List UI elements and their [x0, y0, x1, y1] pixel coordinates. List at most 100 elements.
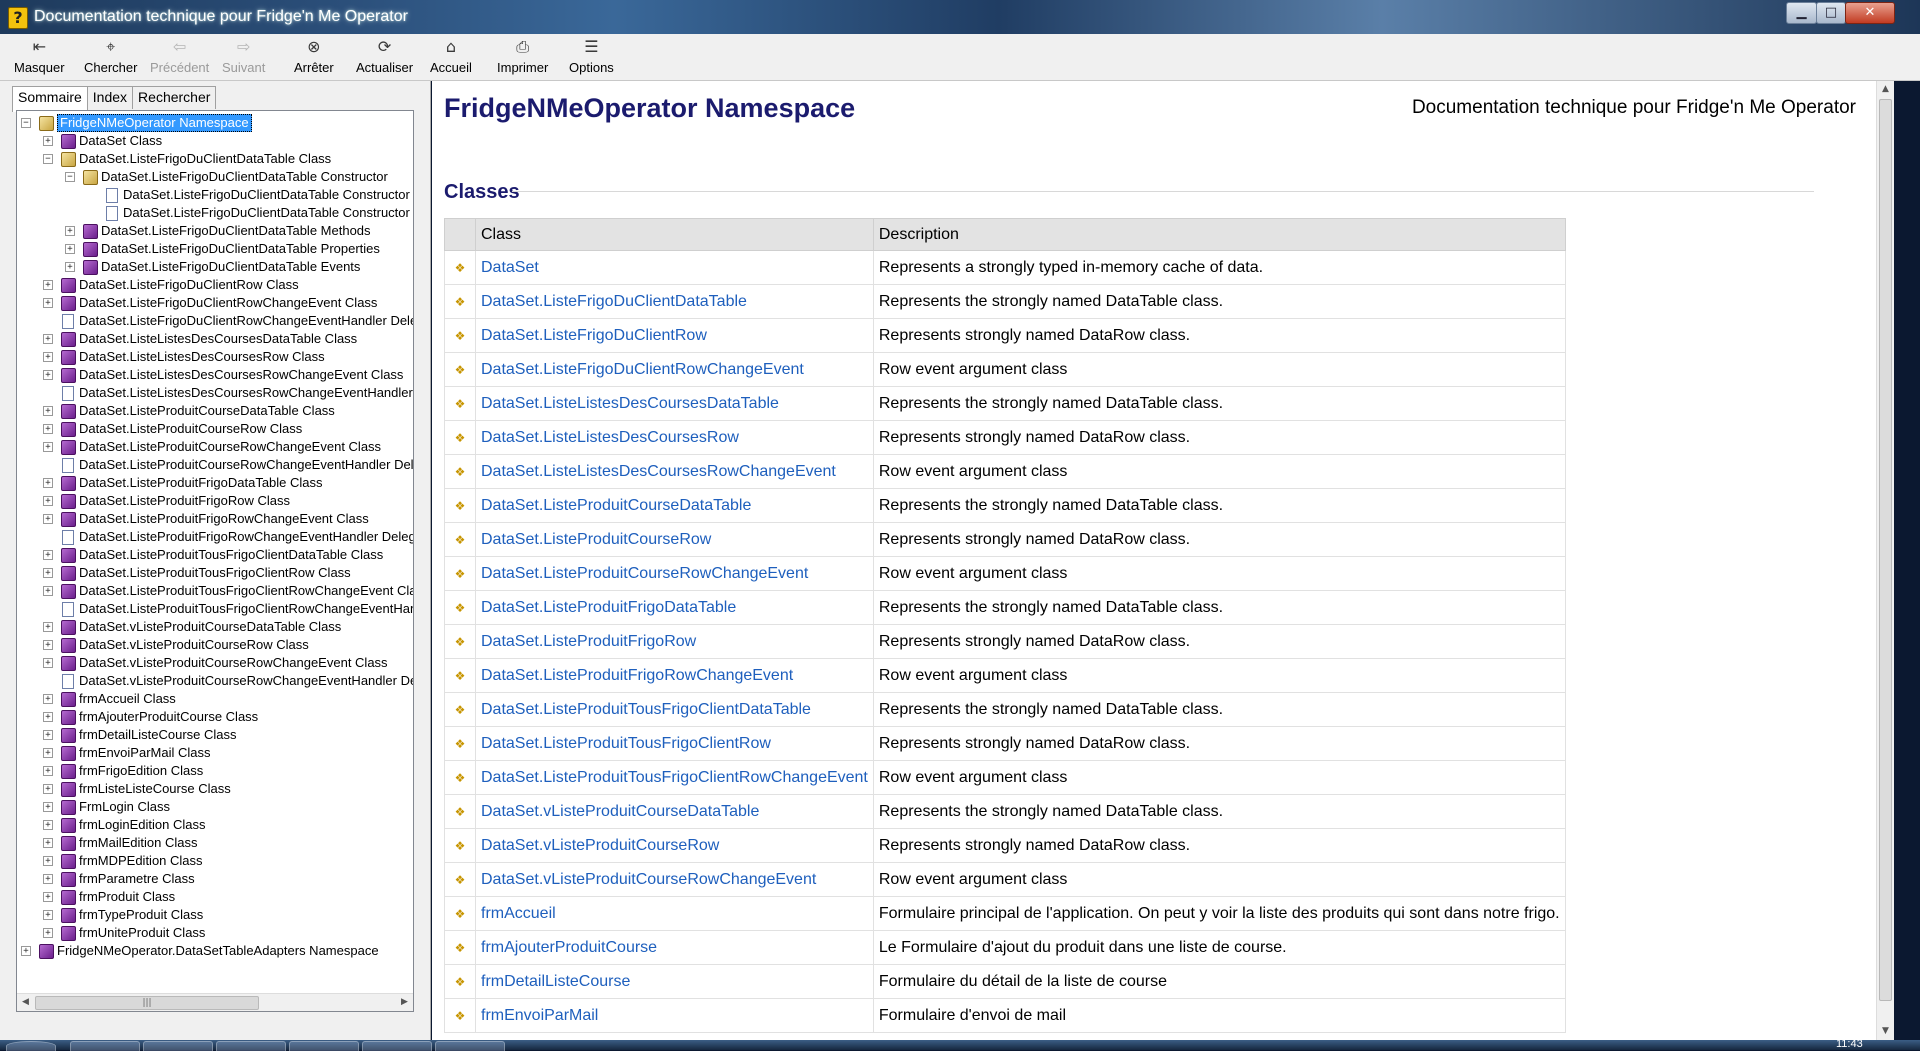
tree-item[interactable]: + frmMDPEdition Class	[17, 852, 413, 870]
expand-icon[interactable]: +	[43, 748, 53, 758]
tree-item[interactable]: + frmMailEdition Class	[17, 834, 413, 852]
tree-item[interactable]: + DataSet.ListeProduitFrigoRowChangeEvent…	[17, 510, 413, 528]
class-link[interactable]: DataSet.ListeListesDesCoursesDataTable	[475, 386, 874, 421]
expand-icon[interactable]: +	[43, 298, 53, 308]
tree-item[interactable]: + DataSet.ListeProduitCourseDataTable Cla…	[17, 402, 413, 420]
expand-icon[interactable]: +	[43, 856, 53, 866]
class-link[interactable]: DataSet.ListeProduitFrigoDataTable	[475, 590, 874, 625]
expand-icon[interactable]: +	[21, 946, 31, 956]
tree-item[interactable]: + frmProduit Class	[17, 888, 413, 906]
collapse-icon[interactable]: −	[65, 172, 75, 182]
masquer-button[interactable]: ⇤ Masquer	[14, 36, 65, 75]
expand-icon[interactable]: +	[43, 568, 53, 578]
tree-item[interactable]: DataSet.ListeListesDesCoursesRowChangeEv…	[17, 384, 413, 402]
collapse-icon[interactable]: −	[21, 118, 31, 128]
class-link[interactable]: DataSet.ListeListesDesCoursesRow	[475, 420, 874, 455]
expand-icon[interactable]: +	[43, 838, 53, 848]
tab-rechercher[interactable]: Rechercher	[132, 86, 217, 109]
tree-item[interactable]: + DataSet.ListeProduitCourseRow Class	[17, 420, 413, 438]
tree-item[interactable]: DataSet.ListeFrigoDuClientDataTable Cons…	[17, 204, 413, 222]
suivant-button[interactable]: ⇨ Suivant	[222, 36, 265, 75]
arreter-button[interactable]: ⊗ Arrêter	[294, 36, 334, 75]
tree-item[interactable]: + frmParametre Class	[17, 870, 413, 888]
expand-icon[interactable]: +	[43, 712, 53, 722]
tree-item[interactable]: + FrmLogin Class	[17, 798, 413, 816]
expand-icon[interactable]: +	[43, 766, 53, 776]
class-link[interactable]: DataSet.ListeProduitCourseRowChangeEvent	[475, 556, 874, 591]
vertical-scrollbar[interactable]: ▲ ▼	[1876, 81, 1894, 1040]
close-button[interactable]: ✕	[1845, 2, 1895, 24]
tree-item[interactable]: + DataSet.ListeProduitTousFrigoClientRowC…	[17, 582, 413, 600]
tree-item[interactable]: + frmTypeProduit Class	[17, 906, 413, 924]
tab-index[interactable]: Index	[86, 86, 134, 109]
chercher-button[interactable]: ⌖ Chercher	[84, 36, 137, 75]
expand-icon[interactable]: +	[65, 262, 75, 272]
expand-icon[interactable]: +	[43, 514, 53, 524]
class-link[interactable]: DataSet.ListeProduitFrigoRow	[475, 624, 874, 659]
class-link[interactable]: DataSet.ListeProduitTousFrigoClientDataT…	[475, 692, 874, 727]
tree-item[interactable]: + DataSet.ListeProduitFrigoRow Class	[17, 492, 413, 510]
maximize-button[interactable]: □	[1816, 2, 1846, 24]
imprimer-button[interactable]: ⎙ Imprimer	[497, 36, 548, 75]
scroll-thumb[interactable]: |||	[35, 996, 259, 1010]
tree-item[interactable]: + frmEnvoiParMail Class	[17, 744, 413, 762]
expand-icon[interactable]: +	[43, 910, 53, 920]
scroll-down-icon[interactable]: ▼	[1877, 1023, 1894, 1040]
tree-item[interactable]: + FridgeNMeOperator.DataSetTableAdapters …	[17, 942, 413, 960]
tree-item[interactable]: + DataSet.ListeListesDesCoursesRow Class	[17, 348, 413, 366]
class-link[interactable]: DataSet.ListeListesDesCoursesRowChangeEv…	[475, 454, 874, 489]
expand-icon[interactable]: +	[43, 874, 53, 884]
tree-item[interactable]: DataSet.ListeFrigoDuClientRowChangeEvent…	[17, 312, 413, 330]
tree-item[interactable]: + frmAjouterProduitCourse Class	[17, 708, 413, 726]
expand-icon[interactable]: +	[43, 820, 53, 830]
class-link[interactable]: frmEnvoiParMail	[475, 998, 874, 1033]
tree-item[interactable]: + frmListeListeCourse Class	[17, 780, 413, 798]
class-link[interactable]: DataSet.vListeProduitCourseRowChangeEven…	[475, 862, 874, 897]
expand-icon[interactable]: +	[43, 550, 53, 560]
tree-item[interactable]: DataSet.ListeFrigoDuClientDataTable Cons…	[17, 186, 413, 204]
expand-icon[interactable]: +	[43, 280, 53, 290]
tree-item[interactable]: + DataSet.vListeProduitCourseDataTable Cl…	[17, 618, 413, 636]
tree-item[interactable]: + frmAccueil Class	[17, 690, 413, 708]
tree-item[interactable]: + DataSet.vListeProduitCourseRow Class	[17, 636, 413, 654]
tab-sommaire[interactable]: Sommaire	[12, 86, 88, 112]
tree-item[interactable]: + DataSet.ListeFrigoDuClientRow Class	[17, 276, 413, 294]
tree-item[interactable]: + DataSet.ListeFrigoDuClientDataTable Met…	[17, 222, 413, 240]
class-link[interactable]: frmAccueil	[475, 896, 874, 931]
accueil-button[interactable]: ⌂ Accueil	[430, 36, 472, 75]
class-link[interactable]: DataSet.ListeProduitTousFrigoClientRowCh…	[475, 760, 874, 795]
tree-item[interactable]: + DataSet.ListeFrigoDuClientDataTable Pro…	[17, 240, 413, 258]
class-link[interactable]: DataSet.ListeProduitFrigoRowChangeEvent	[475, 658, 874, 693]
scroll-left-icon[interactable]: ◀	[17, 994, 34, 1011]
expand-icon[interactable]: +	[43, 478, 53, 488]
expand-icon[interactable]: +	[43, 730, 53, 740]
tree-item[interactable]: + DataSet.vListeProduitCourseRowChangeEve…	[17, 654, 413, 672]
tree-item[interactable]: + frmDetailListeCourse Class	[17, 726, 413, 744]
tree-item[interactable]: + DataSet.ListeProduitCourseRowChangeEven…	[17, 438, 413, 456]
expand-icon[interactable]: +	[43, 694, 53, 704]
expand-icon[interactable]: +	[43, 442, 53, 452]
expand-icon[interactable]: +	[43, 352, 53, 362]
minimize-button[interactable]: ▁	[1786, 2, 1817, 24]
precedent-button[interactable]: ⇦ Précédent	[150, 36, 209, 75]
tree-item[interactable]: + DataSet.ListeListesDesCoursesRowChangeE…	[17, 366, 413, 384]
expand-icon[interactable]: +	[65, 244, 75, 254]
tree-item[interactable]: − DataSet.ListeFrigoDuClientDataTable Cla…	[17, 150, 413, 168]
tree-item[interactable]: DataSet.ListeProduitFrigoRowChangeEventH…	[17, 528, 413, 546]
tree-item[interactable]: + frmLoginEdition Class	[17, 816, 413, 834]
options-button[interactable]: ☰ Options	[569, 36, 614, 75]
tree-item[interactable]: − FridgeNMeOperator Namespace	[17, 114, 413, 132]
class-link[interactable]: DataSet.vListeProduitCourseRow	[475, 828, 874, 863]
expand-icon[interactable]: +	[43, 802, 53, 812]
expand-icon[interactable]: +	[43, 784, 53, 794]
tree-item[interactable]: DataSet.ListeProduitTousFrigoClientRowCh…	[17, 600, 413, 618]
tree-item[interactable]: + DataSet Class	[17, 132, 413, 150]
tree-item[interactable]: + frmUniteProduit Class	[17, 924, 413, 942]
scroll-right-icon[interactable]: ▶	[396, 994, 413, 1011]
class-link[interactable]: frmAjouterProduitCourse	[475, 930, 874, 965]
class-link[interactable]: frmDetailListeCourse	[475, 964, 874, 999]
horizontal-scrollbar[interactable]: ◀ ||| ▶	[17, 993, 413, 1011]
expand-icon[interactable]: +	[43, 928, 53, 938]
actualiser-button[interactable]: ⟳ Actualiser	[356, 36, 413, 75]
tree-item[interactable]: + frmFrigoEdition Class	[17, 762, 413, 780]
